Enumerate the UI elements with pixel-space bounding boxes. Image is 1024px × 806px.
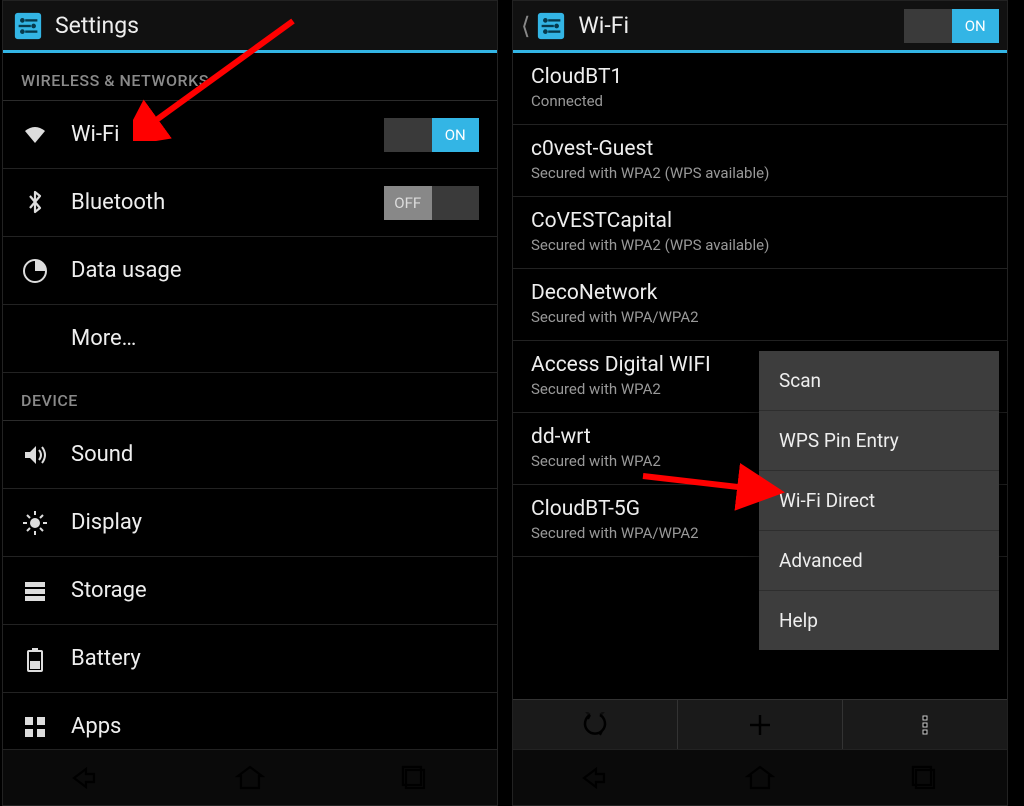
wps-button[interactable] xyxy=(513,700,677,749)
nav-home-button[interactable] xyxy=(740,758,780,798)
navbar-right xyxy=(513,749,1007,805)
network-row[interactable]: CoVESTCapital Secured with WPA2 (WPS avai… xyxy=(513,197,1007,269)
phone-settings: Settings WIRELESS & NETWORKS Wi-Fi OFF O… xyxy=(2,0,498,806)
row-apps[interactable]: Apps xyxy=(3,693,497,749)
section-wireless-networks: WIRELESS & NETWORKS xyxy=(3,53,497,101)
more-label: More… xyxy=(71,326,479,351)
bluetooth-icon xyxy=(21,189,49,217)
back-up-icon[interactable]: ⟨ xyxy=(521,12,530,40)
storage-label: Storage xyxy=(71,578,479,603)
bluetooth-label: Bluetooth xyxy=(71,190,362,215)
overflow-button[interactable] xyxy=(842,700,1007,749)
row-sound[interactable]: Sound xyxy=(3,421,497,489)
row-storage[interactable]: Storage xyxy=(3,557,497,625)
network-name: CloudBT1 xyxy=(531,65,945,89)
row-wifi[interactable]: Wi-Fi OFF ON xyxy=(3,101,497,169)
section-device: DEVICE xyxy=(3,373,497,421)
nav-back-button[interactable] xyxy=(65,758,105,798)
wifi-signal-icon xyxy=(959,219,989,245)
wifi-signal-icon xyxy=(959,75,989,101)
data-usage-label: Data usage xyxy=(71,258,479,283)
battery-label: Battery xyxy=(71,646,479,671)
display-label: Display xyxy=(71,510,479,535)
data-usage-icon xyxy=(21,257,49,285)
network-status: Connected xyxy=(531,92,945,110)
wifi-title: Wi-Fi xyxy=(578,12,894,39)
row-bluetooth[interactable]: Bluetooth OFF ON xyxy=(3,169,497,237)
settings-app-icon xyxy=(11,9,45,43)
menu-item[interactable]: WPS Pin Entry xyxy=(759,411,999,471)
wifi-signal-icon xyxy=(959,291,989,317)
menu-item[interactable]: Advanced xyxy=(759,531,999,591)
network-name: CoVESTCapital xyxy=(531,209,945,233)
row-more[interactable]: More… xyxy=(3,305,497,373)
network-row[interactable]: c0vest-Guest Secured with WPA2 (WPS avail… xyxy=(513,125,1007,197)
wifi-actionbar xyxy=(513,699,1007,749)
network-status: Secured with WPA/WPA2 xyxy=(531,308,945,326)
display-icon xyxy=(21,509,49,537)
nav-home-button[interactable] xyxy=(230,758,270,798)
phone-wifi: ⟨ Wi-Fi OFF ON CloudBT1 Connected c0vest-G… xyxy=(512,0,1008,806)
network-row[interactable]: DecoNetwork Secured with WPA/WPA2 xyxy=(513,269,1007,341)
wifi-master-toggle[interactable]: OFF ON xyxy=(904,9,999,43)
network-row[interactable]: CloudBT1 Connected xyxy=(513,53,1007,125)
row-data-usage[interactable]: Data usage xyxy=(3,237,497,305)
menu-item[interactable]: Scan xyxy=(759,351,999,411)
wifi-signal-icon xyxy=(959,147,989,173)
row-display[interactable]: Display xyxy=(3,489,497,557)
settings-list[interactable]: WIRELESS & NETWORKS Wi-Fi OFF ON Bluetoo… xyxy=(3,53,497,749)
nav-back-button[interactable] xyxy=(575,758,615,798)
network-name: DecoNetwork xyxy=(531,281,945,305)
sound-label: Sound xyxy=(71,442,479,467)
wifi-overflow-menu: ScanWPS Pin EntryWi-Fi DirectAdvancedHel… xyxy=(759,351,999,650)
nav-recent-button[interactable] xyxy=(395,758,435,798)
wifi-label: Wi-Fi xyxy=(71,122,362,147)
wifi-app-icon[interactable] xyxy=(534,9,568,43)
storage-icon xyxy=(21,577,49,605)
apps-icon xyxy=(21,713,49,741)
sound-icon xyxy=(21,441,49,469)
settings-header: Settings xyxy=(3,1,497,53)
menu-item[interactable]: Help xyxy=(759,591,999,650)
bluetooth-toggle[interactable]: OFF ON xyxy=(384,186,479,220)
wifi-icon xyxy=(21,121,49,149)
network-status: Secured with WPA2 (WPS available) xyxy=(531,236,945,254)
navbar-left xyxy=(3,749,497,805)
wifi-header: ⟨ Wi-Fi OFF ON xyxy=(513,1,1007,53)
add-network-button[interactable] xyxy=(677,700,842,749)
nav-recent-button[interactable] xyxy=(905,758,945,798)
battery-icon xyxy=(21,645,49,673)
wifi-toggle[interactable]: OFF ON xyxy=(384,118,479,152)
row-battery[interactable]: Battery xyxy=(3,625,497,693)
network-status: Secured with WPA2 (WPS available) xyxy=(531,164,945,182)
menu-item[interactable]: Wi-Fi Direct xyxy=(759,471,999,531)
settings-title: Settings xyxy=(55,12,489,39)
network-name: c0vest-Guest xyxy=(531,137,945,161)
apps-label: Apps xyxy=(71,714,479,739)
